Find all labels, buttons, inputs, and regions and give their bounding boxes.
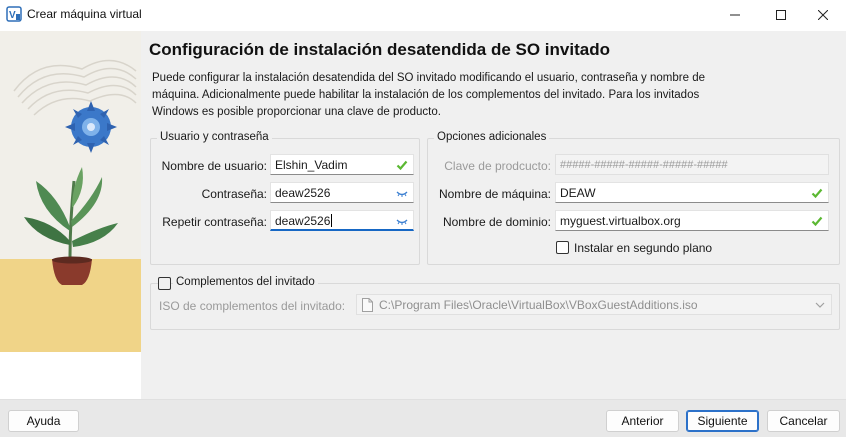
wizard-page: Configuración de instalación desatendida… xyxy=(141,31,846,399)
close-button[interactable] xyxy=(800,0,846,30)
text-caret xyxy=(331,214,333,227)
guest-iso-label: ISO de complementos del invitado: xyxy=(159,299,346,313)
username-field[interactable]: Elshin_Vadim xyxy=(270,154,414,175)
flower-illustration xyxy=(0,31,141,352)
valid-check-icon xyxy=(811,216,823,227)
install-background-label[interactable]: Instalar en segundo plano xyxy=(574,241,712,255)
password-field[interactable]: deaw2526 xyxy=(270,182,414,203)
help-button[interactable]: Ayuda xyxy=(8,410,79,432)
username-label: Nombre de usuario: xyxy=(161,159,267,173)
hide-password-eye-icon[interactable] xyxy=(396,187,408,199)
password-value: deaw2526 xyxy=(275,186,331,200)
domain-value: myguest.virtualbox.org xyxy=(560,214,681,228)
install-background-checkbox[interactable] xyxy=(556,241,569,254)
valid-check-icon xyxy=(811,188,823,199)
repeat-password-field[interactable]: deaw2526 xyxy=(270,210,414,231)
hostname-field[interactable]: DEAW xyxy=(555,182,829,203)
user-password-group-title: Usuario y contraseña xyxy=(157,131,272,143)
maximize-button[interactable] xyxy=(758,0,804,30)
hostname-label: Nombre de máquina: xyxy=(438,187,551,201)
guest-additions-checkbox[interactable] xyxy=(158,277,171,290)
maximize-icon xyxy=(776,10,786,20)
guest-iso-select[interactable]: C:\Program Files\Oracle\VirtualBox\VBoxG… xyxy=(356,294,832,315)
next-button[interactable]: Siguiente xyxy=(686,410,759,432)
valid-check-icon xyxy=(396,160,408,171)
product-key-placeholder: #####-#####-#####-#####-##### xyxy=(560,159,728,171)
svg-text:V: V xyxy=(9,10,16,21)
hide-password-eye-icon[interactable] xyxy=(396,215,408,227)
username-value: Elshin_Vadim xyxy=(275,158,348,172)
title-bar: V Crear máquina virtual xyxy=(0,0,846,30)
page-description: Puede configurar la instalación desatend… xyxy=(152,72,705,118)
window-title: Crear máquina virtual xyxy=(27,7,142,21)
minimize-icon xyxy=(730,14,740,16)
password-label: Contraseña: xyxy=(201,187,267,201)
back-button[interactable]: Anterior xyxy=(606,410,679,432)
domain-field[interactable]: myguest.virtualbox.org xyxy=(555,210,829,231)
guest-iso-value: C:\Program Files\Oracle\VirtualBox\VBoxG… xyxy=(379,298,698,312)
guest-additions-label[interactable]: Complementos del invitado xyxy=(173,276,318,288)
chevron-down-icon xyxy=(815,302,825,308)
hostname-value: DEAW xyxy=(560,186,596,200)
user-password-group: Usuario y contraseña Nombre de usuario: … xyxy=(150,131,420,265)
repeat-password-value: deaw2526 xyxy=(275,214,331,228)
minimize-button[interactable] xyxy=(712,0,758,30)
additional-options-group-title: Opciones adicionales xyxy=(434,131,550,143)
product-key-label: Clave de prodcucto: xyxy=(444,159,551,173)
guest-additions-group: Complementos del invitado ISO de complem… xyxy=(150,276,840,330)
additional-options-group: Opciones adicionales Clave de prodcucto:… xyxy=(427,131,840,265)
file-icon xyxy=(362,298,373,312)
page-title: Configuración de instalación desatendida… xyxy=(149,40,610,59)
wizard-footer: Ayuda Anterior Siguiente Cancelar xyxy=(0,399,846,437)
cancel-button[interactable]: Cancelar xyxy=(767,410,840,432)
domain-label: Nombre de dominio: xyxy=(442,215,551,229)
product-key-field[interactable]: #####-#####-#####-#####-##### xyxy=(555,154,829,175)
repeat-password-label: Repetir contraseña: xyxy=(162,215,267,229)
close-icon xyxy=(818,10,828,20)
virtualbox-app-icon: V xyxy=(6,6,22,22)
